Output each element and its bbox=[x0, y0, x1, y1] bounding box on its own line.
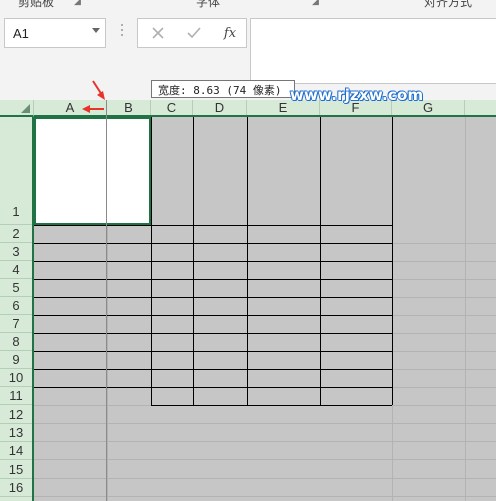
arrow-left-icon bbox=[82, 105, 104, 113]
annotation-arrows bbox=[82, 80, 105, 113]
arrow-down-icon bbox=[92, 80, 105, 100]
